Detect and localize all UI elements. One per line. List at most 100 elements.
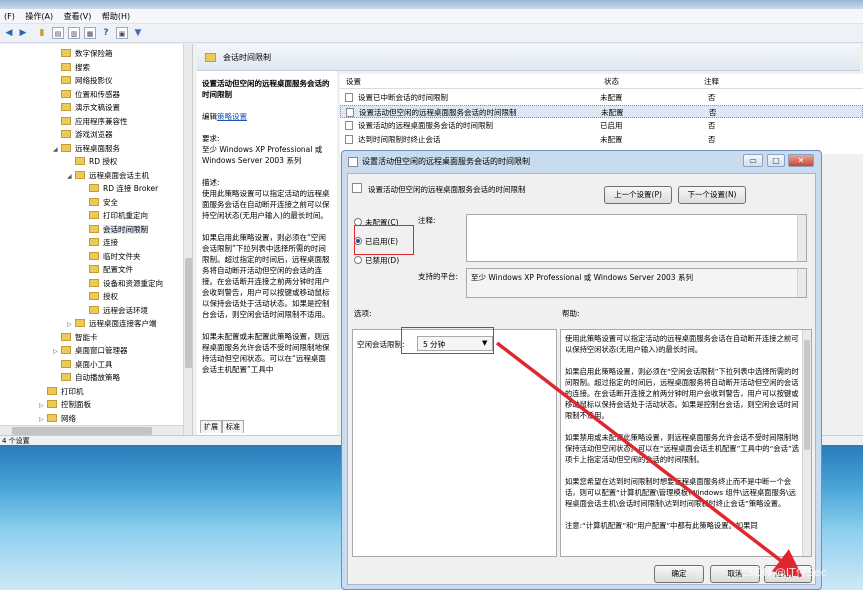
next-setting-button[interactable]: 下一个设置(N) — [678, 186, 746, 204]
tree-node[interactable]: ▷ 网络 — [39, 412, 76, 425]
tree-vertical-scrollbar[interactable] — [183, 44, 192, 435]
watermark: CSDN @IT仔Sec — [740, 566, 827, 579]
show-hide-tree-icon[interactable]: ▤ — [52, 27, 64, 39]
list-row[interactable]: 设置活动的远程桌面服务会话的时间限制 已启用 否 — [340, 119, 863, 132]
folder-icon — [61, 359, 71, 368]
setting-comment: 否 — [708, 135, 716, 144]
tree-node[interactable]: ▷ 远程桌面连接客户端 — [67, 317, 157, 330]
expander-icon[interactable]: ▷ — [53, 345, 61, 358]
filter-icon[interactable]: ▼ — [132, 27, 144, 39]
tree-node[interactable]: 网络投影仪 — [53, 74, 113, 87]
properties-icon[interactable]: ▦ — [84, 27, 96, 39]
list-row[interactable]: 设置已中断会话的时间限制 未配置 否 — [340, 91, 863, 104]
breadcrumb: 会话时间限制 — [197, 44, 860, 71]
tree-node[interactable]: 数字保险箱 — [53, 47, 113, 60]
up-folder-icon[interactable]: ▮ — [36, 27, 48, 39]
col-state[interactable]: 状态 — [604, 74, 619, 89]
radio-disabled[interactable]: 已禁用(D) — [354, 254, 399, 267]
menu-view[interactable]: 查看(V) — [60, 9, 96, 24]
policy-tree: 数字保险箱 搜索 网络投影仪 位置和传感器 演示文稿设置 应用程序兼容性 游戏浏览器 ◢ 远程桌… — [0, 44, 193, 435]
policy-icon — [345, 121, 353, 130]
edit-prefix: 编辑 — [202, 112, 217, 121]
tree-node-label: 授权 — [103, 292, 118, 301]
tree-node[interactable]: 应用程序兼容性 — [53, 115, 128, 128]
tree-node[interactable]: ▷ 控制面板 — [39, 398, 91, 411]
menu-file[interactable]: (F) — [0, 9, 19, 24]
folder-icon — [61, 373, 71, 381]
tree-node[interactable]: 搜索 — [53, 61, 90, 74]
tree-node[interactable]: 打印机重定向 — [81, 209, 148, 222]
scrollbar-thumb[interactable] — [12, 427, 152, 435]
tree-node[interactable]: 会话时间限制 — [81, 223, 148, 236]
tree-node[interactable]: 位置和传感器 — [53, 88, 120, 101]
edit-policy-link[interactable]: 策略设置 — [217, 112, 247, 121]
scrollbar-thumb[interactable] — [185, 258, 192, 368]
menu-action[interactable]: 操作(A) — [21, 9, 57, 24]
setting-name: 达到时间限制时终止会话 — [358, 135, 441, 144]
setting-state: 已启用 — [600, 121, 623, 130]
policy-icon — [345, 135, 353, 144]
help-text: 使用此策略设置可以指定活动的远程桌面服务会话在自动断开连接之前可以保持空闲状态(… — [565, 333, 801, 542]
close-icon[interactable]: ✕ — [788, 154, 814, 167]
tab-extended[interactable]: 扩展 — [200, 420, 222, 433]
tree-node[interactable]: 设备和资源重定向 — [81, 277, 163, 290]
radio-disabled-label: 已禁用(D) — [365, 256, 400, 265]
menu-help[interactable]: 帮助(H) — [98, 9, 134, 24]
expander-icon[interactable]: ▷ — [39, 399, 47, 412]
comment-textarea[interactable] — [466, 214, 807, 262]
list-row[interactable]: 达到时间限制时终止会话 未配置 否 — [340, 133, 863, 146]
comment-scrollbar[interactable] — [797, 215, 806, 261]
requirements: 要求: 至少 Windows XP Professional 或 Windows … — [202, 133, 332, 166]
tree-node[interactable]: 演示文稿设置 — [53, 101, 120, 114]
tree-node[interactable]: 安全 — [81, 196, 118, 209]
tree-node[interactable]: ▷ 桌面窗口管理器 — [53, 344, 128, 357]
expander-icon[interactable]: ▷ — [39, 413, 47, 426]
export-list-icon[interactable]: ▥ — [68, 27, 80, 39]
tree-node[interactable]: 智能卡 — [53, 331, 98, 344]
folder-icon — [89, 265, 99, 273]
tree-node[interactable]: ◢ 远程桌面服务 — [53, 142, 120, 155]
tree-node[interactable]: 配置文件 — [81, 263, 133, 276]
tree-node[interactable]: 桌面小工具 — [53, 358, 113, 371]
scrollbar-thumb[interactable] — [804, 340, 810, 450]
forward-arrow-icon[interactable]: ▶ — [17, 27, 29, 39]
tree-node[interactable]: RD 连接 Broker — [81, 182, 158, 195]
tree-node-label: 搜索 — [75, 62, 90, 72]
expander-icon[interactable]: ▷ — [67, 318, 75, 331]
ok-button[interactable]: 确定 — [654, 565, 704, 583]
help-scrollbar[interactable] — [802, 330, 811, 556]
tree-node[interactable]: 远程会话环境 — [81, 304, 148, 317]
description: 描述: 使用此策略设置可以指定活动的远程桌面服务会话在自动断开连接之前可以保持空闲… — [202, 177, 332, 221]
tab-standard[interactable]: 标准 — [222, 420, 244, 433]
maximize-icon[interactable]: ▢ — [767, 154, 785, 167]
tree-node[interactable]: 游戏浏览器 — [53, 128, 113, 141]
tree-node[interactable]: 临时文件夹 — [81, 250, 141, 263]
tree-node[interactable]: RD 授权 — [67, 155, 117, 168]
tree-node[interactable]: 连接 — [81, 236, 118, 249]
help-label: 帮助: — [562, 309, 580, 318]
tree-node[interactable]: ◢ 远程桌面会话主机 — [67, 169, 149, 182]
list-row[interactable]: 设置活动但空闲的远程桌面服务会话的时间限制 未配置 否 — [340, 105, 863, 118]
help-icon[interactable]: ? — [100, 27, 112, 39]
expander-icon[interactable]: ◢ — [53, 143, 61, 156]
folder-icon — [89, 211, 99, 219]
tree-node[interactable]: 打印机 — [39, 385, 84, 398]
back-arrow-icon[interactable]: ◀ — [3, 27, 15, 39]
tree-node-label: 位置和传感器 — [75, 89, 120, 99]
platform-scrollbar[interactable] — [797, 269, 806, 297]
tree-horizontal-scrollbar[interactable] — [0, 425, 183, 435]
help-p5: 注意:“计算机配置”和“用户配置”中都有此策略设置。如果同 — [565, 521, 758, 530]
col-setting[interactable]: 设置 — [346, 74, 361, 89]
expander-icon[interactable]: ◢ — [67, 170, 75, 183]
policy-icon — [352, 183, 362, 193]
view-icon[interactable]: ▣ — [116, 27, 128, 39]
minimize-icon[interactable]: ▭ — [743, 154, 763, 167]
tree-node-label: 桌面窗口管理器 — [75, 346, 128, 355]
tree-node[interactable]: 授权 — [81, 290, 118, 303]
tree-node[interactable]: 自动播放策略 — [53, 371, 120, 384]
tree-node-label: 设备和资源重定向 — [103, 278, 163, 288]
help-panel: 使用此策略设置可以指定活动的远程桌面服务会话在自动断开连接之前可以保持空闲状态(… — [560, 329, 812, 557]
tree-node-label: 远程桌面连接客户端 — [89, 319, 157, 328]
prev-setting-button[interactable]: 上一个设置(P) — [604, 186, 672, 204]
col-comment[interactable]: 注释 — [704, 74, 719, 89]
